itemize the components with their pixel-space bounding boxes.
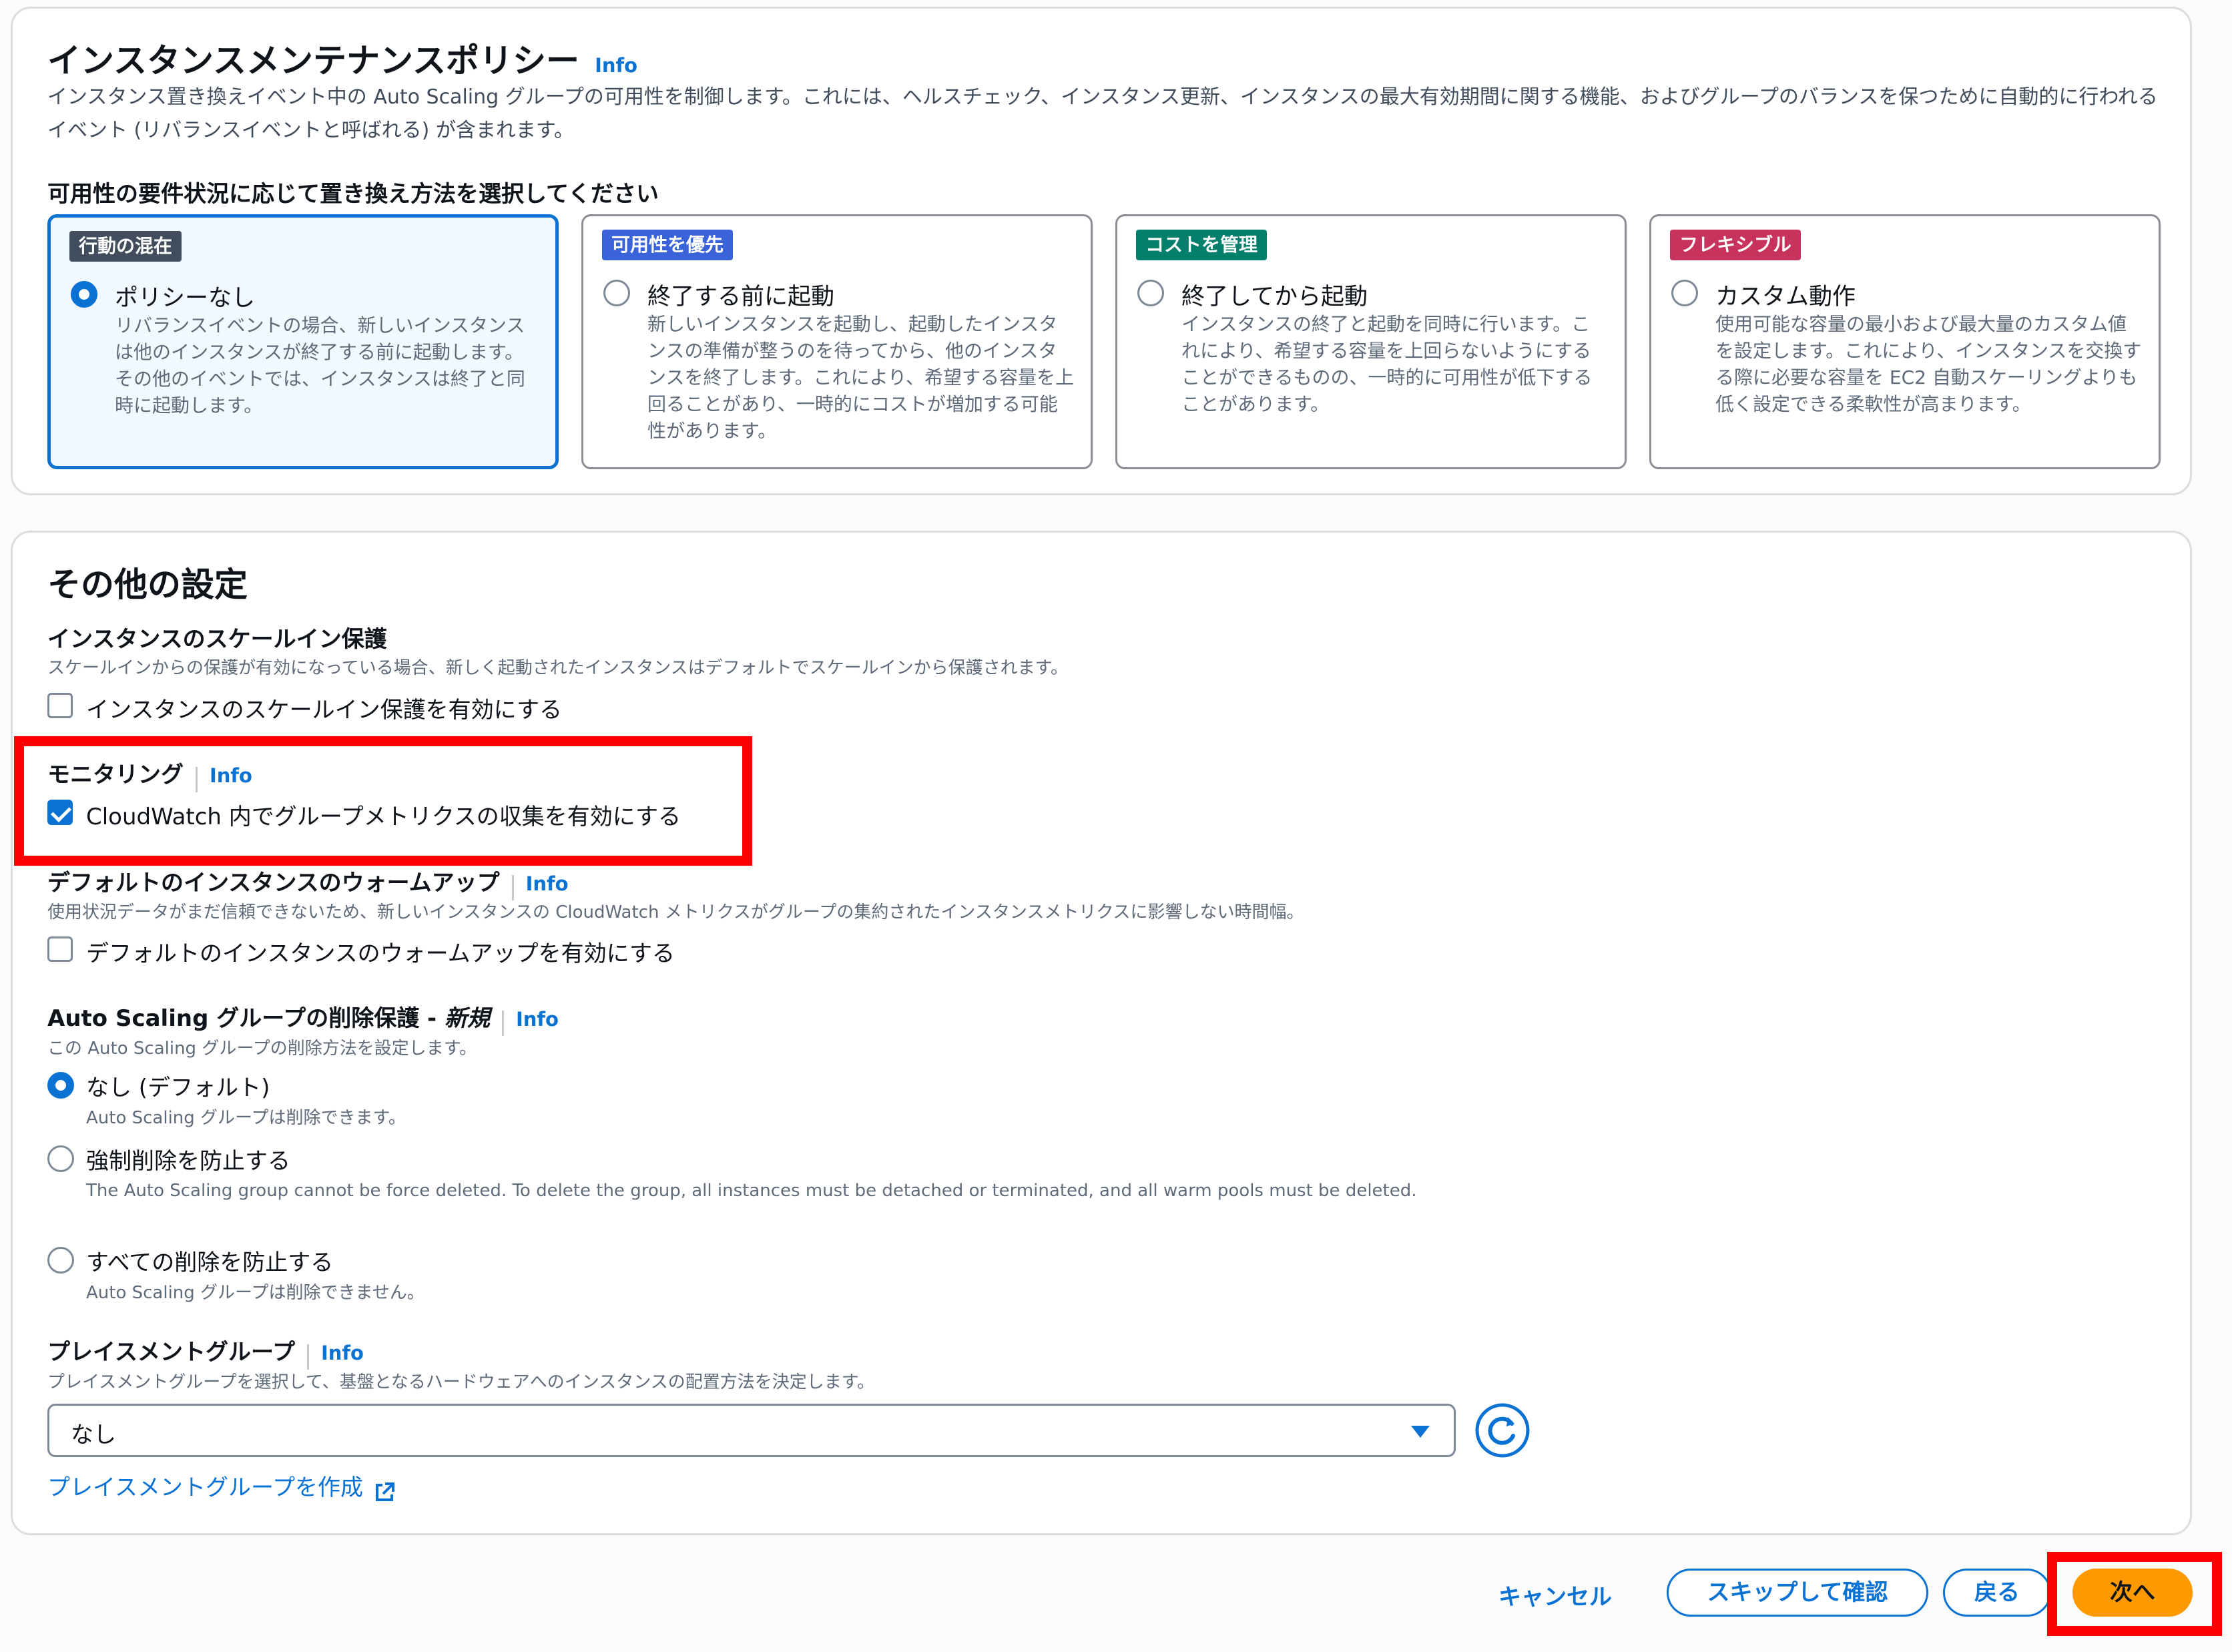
radio-button[interactable] bbox=[1671, 280, 1698, 306]
option-card-no-policy[interactable]: 行動の混在 ポリシーなし リバランスイベントの場合、新しいインスタンスは他のイン… bbox=[47, 214, 559, 469]
prevent-force-delete-label[interactable]: 強制削除を防止する bbox=[86, 1143, 290, 1175]
warmup-description: 使用状況データがまだ信頼できないため、新しいインスタンスの CloudWatch… bbox=[47, 902, 1304, 922]
card-description: リバランスイベントの場合、新しいインスタンスは他のインスタンスが終了する前に起動… bbox=[115, 314, 525, 417]
prevent-all-delete-label[interactable]: すべての削除を防止する bbox=[86, 1244, 333, 1277]
other-settings-title: その他の設定 bbox=[47, 565, 248, 604]
warmup-info-link[interactable]: Info bbox=[526, 872, 569, 895]
option-card-launch-before-terminate[interactable]: 可用性を優先 終了する前に起動 新しいインスタンスを起動し、起動したインスタンス… bbox=[581, 214, 1093, 469]
scale-in-description: スケールインからの保護が有効になっている場合、新しく起動されたインスタンスはデフ… bbox=[47, 658, 1069, 678]
radio-button[interactable] bbox=[71, 281, 97, 308]
back-button[interactable]: 戻る bbox=[1943, 1569, 2051, 1617]
scale-in-title: インスタンスのスケールイン保護 bbox=[47, 626, 387, 653]
deletion-protection-title: Auto Scaling グループの削除保護 - bbox=[47, 1005, 445, 1032]
deletion-none-description: Auto Scaling グループは削除できます。 bbox=[86, 1108, 406, 1128]
deletion-none-radio[interactable] bbox=[47, 1072, 74, 1099]
choose-method-label: 可用性の要件状況に応じて置き換え方法を選択してください bbox=[47, 181, 659, 208]
new-label: 新規 bbox=[445, 1005, 490, 1032]
card-title: ポリシーなし bbox=[115, 285, 256, 312]
placement-group-info-link[interactable]: Info bbox=[321, 1342, 364, 1364]
placement-group-heading: プレイスメントグループ Info bbox=[47, 1334, 364, 1370]
divider bbox=[511, 874, 514, 900]
card-badge: 行動の混在 bbox=[69, 231, 182, 262]
monitoring-highlight-box bbox=[14, 736, 752, 866]
warmup-checkbox-label[interactable]: デフォルトのインスタンスのウォームアップを有効にする bbox=[86, 935, 675, 968]
card-badge: フレキシブル bbox=[1670, 230, 1801, 260]
divider bbox=[306, 1344, 309, 1370]
card-badge: 可用性を優先 bbox=[602, 230, 734, 260]
warmup-heading: デフォルトのインスタンスのウォームアップ Info bbox=[47, 864, 569, 900]
policy-info-link[interactable]: Info bbox=[595, 54, 637, 77]
divider bbox=[502, 1010, 504, 1036]
scale-in-checkbox[interactable] bbox=[47, 693, 73, 718]
option-card-terminate-then-launch[interactable]: コストを管理 終了してから起動 インスタンスの終了と起動を同時に行います。これに… bbox=[1115, 214, 1627, 469]
placement-group-title: プレイスメントグループ bbox=[47, 1339, 295, 1366]
maintenance-policy-panel: インスタンスメンテナンスポリシー Info インスタンス置き換えイベント中の A… bbox=[11, 7, 2192, 495]
external-link-icon bbox=[376, 1482, 395, 1501]
card-badge: コストを管理 bbox=[1136, 230, 1268, 260]
scale-in-checkbox-label[interactable]: インスタンスのスケールイン保護を有効にする bbox=[86, 692, 562, 724]
deletion-protection-heading: Auto Scaling グループの削除保護 - 新規 Info bbox=[47, 1000, 559, 1036]
policy-title: インスタンスメンテナンスポリシー bbox=[47, 41, 579, 80]
create-placement-group-label[interactable]: プレイスメントグループを作成 bbox=[47, 1474, 363, 1501]
skip-to-review-button[interactable]: スキップして確認 bbox=[1667, 1569, 1928, 1617]
card-description: インスタンスの終了と起動を同時に行います。これにより、希望する容量を上回らないよ… bbox=[1181, 313, 1593, 415]
next-button[interactable]: 次へ bbox=[2072, 1569, 2193, 1617]
prevent-all-delete-radio[interactable] bbox=[47, 1247, 74, 1274]
prevent-force-delete-radio[interactable] bbox=[47, 1145, 74, 1172]
card-description: 使用可能な容量の最小および最大量のカスタム値を設定します。これにより、インスタン… bbox=[1715, 313, 2142, 415]
placement-group-selected-value: なし bbox=[71, 1422, 116, 1448]
other-settings-panel: その他の設定 インスタンスのスケールイン保護 スケールインからの保護が有効になっ… bbox=[11, 531, 2192, 1535]
radio-button[interactable] bbox=[603, 280, 630, 306]
deletion-none-label[interactable]: なし (デフォルト) bbox=[86, 1069, 270, 1102]
policy-heading: インスタンスメンテナンスポリシー Info bbox=[47, 34, 637, 82]
card-title: 終了する前に起動 bbox=[647, 284, 835, 310]
caret-down-icon bbox=[1411, 1426, 1430, 1438]
refresh-icon[interactable] bbox=[1474, 1402, 1530, 1458]
card-title: カスタム動作 bbox=[1715, 284, 1856, 310]
deletion-protection-info-link[interactable]: Info bbox=[516, 1008, 559, 1031]
warmup-title: デフォルトのインスタンスのウォームアップ bbox=[47, 870, 500, 896]
card-description: 新しいインスタンスを起動し、起動したインスタンスの準備が整うのを待ってから、他の… bbox=[647, 313, 1074, 442]
prevent-force-delete-description: The Auto Scaling group cannot be force d… bbox=[86, 1181, 1417, 1201]
radio-button[interactable] bbox=[1137, 280, 1164, 306]
warmup-checkbox[interactable] bbox=[47, 936, 73, 962]
card-title: 終了してから起動 bbox=[1181, 284, 1368, 310]
option-card-custom-behavior[interactable]: フレキシブル カスタム動作 使用可能な容量の最小および最大量のカスタム値を設定し… bbox=[1649, 214, 2161, 469]
cancel-button[interactable]: キャンセル bbox=[1498, 1579, 1612, 1611]
deletion-protection-description: この Auto Scaling グループの削除方法を設定します。 bbox=[47, 1039, 477, 1059]
placement-group-description: プレイスメントグループを選択して、基盤となるハードウェアへのインスタンスの配置方… bbox=[47, 1372, 875, 1392]
prevent-all-delete-description: Auto Scaling グループは削除できません。 bbox=[86, 1283, 425, 1303]
placement-group-select[interactable]: なし bbox=[47, 1404, 1456, 1457]
create-placement-group-link[interactable]: プレイスメントグループを作成 bbox=[47, 1469, 396, 1504]
policy-description: インスタンス置き換えイベント中の Auto Scaling グループの可用性を制… bbox=[47, 85, 2158, 142]
